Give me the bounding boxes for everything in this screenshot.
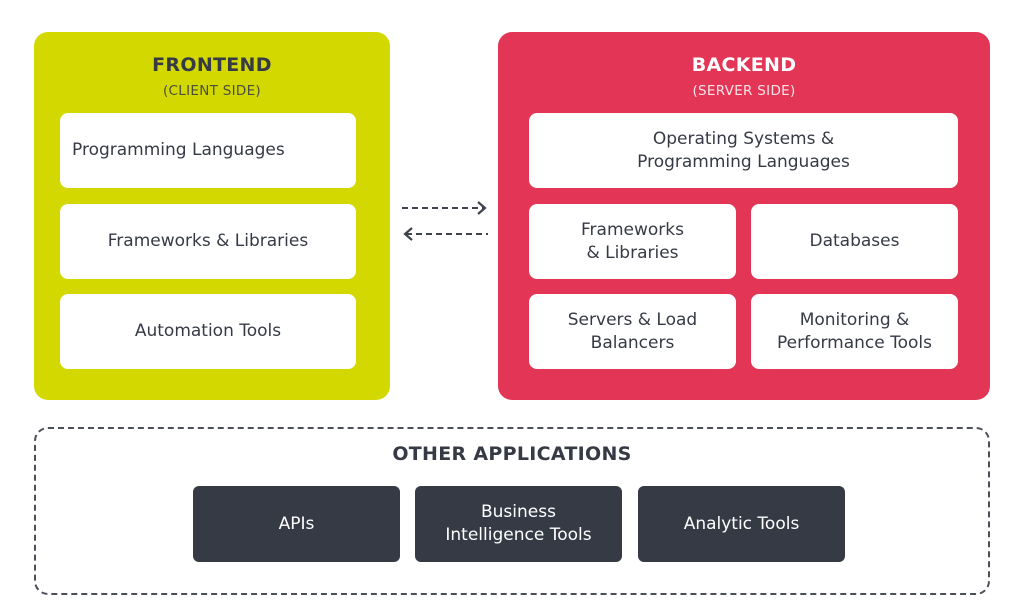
backend-subtitle: (SERVER SIDE): [692, 83, 796, 99]
backend-item-frameworks-libraries: Frameworks & Libraries: [529, 204, 736, 279]
frontend-subtitle: (CLIENT SIDE): [162, 83, 261, 99]
frontend-item-automation-tools: Automation Tools: [60, 294, 356, 369]
frontend-item-programming-languages: Programming Languages: [60, 113, 356, 188]
other-applications-title: OTHER APPLICATIONS: [392, 443, 632, 465]
other-item-business-intelligence: Business Intelligence Tools: [415, 486, 622, 562]
other-item-analytic-tools: Analytic Tools: [638, 486, 845, 562]
frontend-title: FRONTEND: [152, 54, 272, 76]
backend-item-databases: Databases: [751, 204, 958, 279]
backend-item-servers-load-balancers: Servers & Load Balancers: [529, 294, 736, 369]
dashed-arrow-right-icon: [402, 201, 487, 215]
other-item-apis: APIs: [193, 486, 400, 562]
bidirectional-arrows: [402, 201, 488, 241]
dashed-arrow-left-icon: [403, 227, 488, 241]
backend-item-monitoring-performance: Monitoring & Performance Tools: [751, 294, 958, 369]
frontend-panel: FRONTEND (CLIENT SIDE) Programming Langu…: [34, 32, 390, 400]
backend-title: BACKEND: [691, 54, 797, 76]
other-applications-container: OTHER APPLICATIONS APIs Business Intelli…: [34, 427, 990, 595]
backend-panel: BACKEND (SERVER SIDE) Operating Systems …: [498, 32, 990, 400]
frontend-item-frameworks-libraries: Frameworks & Libraries: [60, 204, 356, 279]
backend-item-os-programming-languages: Operating Systems & Programming Language…: [529, 113, 958, 188]
